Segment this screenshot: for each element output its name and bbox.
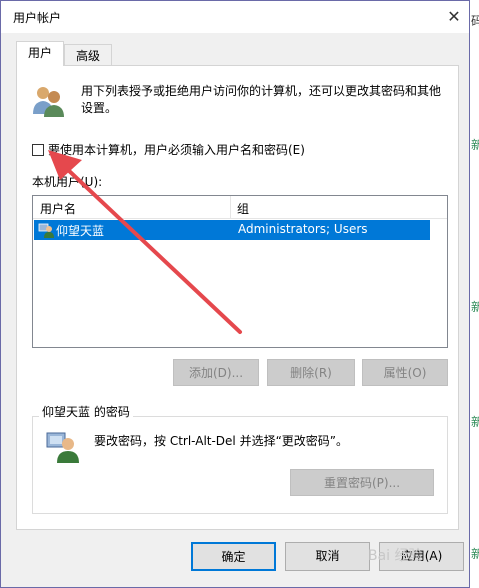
remove-user-button[interactable]: 删除(R)	[267, 359, 355, 386]
require-login-label[interactable]: 要使用本计算机，用户必须输入用户名和密码(E)	[48, 141, 305, 158]
background-text: 新	[471, 138, 479, 152]
close-icon[interactable]: ✕	[441, 5, 467, 29]
tab-users-label: 用户	[27, 46, 52, 60]
table-row[interactable]: 仰望天蓝 Administrators; Users	[34, 220, 430, 240]
tab-advanced-label: 高级	[75, 49, 100, 63]
column-username[interactable]: 用户名	[40, 200, 76, 217]
watermark-text: Bai 经验	[368, 548, 423, 564]
tab-advanced[interactable]: 高级	[64, 44, 112, 66]
password-group-title: 仰望天蓝 的密码	[39, 403, 133, 420]
cancel-button[interactable]: 取消	[285, 542, 370, 571]
password-group	[32, 416, 448, 514]
tab-users[interactable]: 用户	[16, 41, 64, 66]
title-bar: 用户帐户 ✕	[1, 1, 469, 33]
background-text: 新	[471, 415, 479, 429]
column-divider[interactable]	[230, 196, 231, 218]
users-icon	[33, 87, 64, 117]
ok-button[interactable]: 确定	[191, 542, 276, 571]
user-password-icon	[46, 432, 79, 463]
background-text: 新	[471, 547, 479, 561]
window-title: 用户帐户	[13, 11, 62, 25]
background-window	[470, 0, 479, 588]
background-text: 码,	[471, 14, 479, 28]
user-name-cell: 仰望天蓝	[56, 224, 105, 238]
local-users-label: 本机用户(U):	[32, 175, 103, 189]
list-header: 用户名 组	[33, 196, 447, 219]
reset-password-button[interactable]: 重置密码(P)...	[290, 469, 434, 496]
description-text: 用下列表授予或拒绝用户访问你的计算机，还可以更改其密码和其他设置。	[81, 84, 442, 115]
user-group-cell: Administrators; Users	[238, 222, 368, 236]
require-login-checkbox[interactable]	[32, 144, 44, 156]
user-icon	[38, 223, 54, 238]
column-group[interactable]: 组	[237, 200, 249, 217]
user-accounts-dialog: 用户帐户 ✕ 用户 高级 用下列表授予或拒绝用户访问你的计算机，还可以更改其密码…	[0, 0, 470, 588]
users-list[interactable]: 用户名 组 仰望天蓝 Administrators; Users	[32, 195, 448, 348]
background-text: 新	[471, 300, 479, 314]
password-instruction: 要改密码，按 Ctrl-Alt-Del 并选择“更改密码”。	[94, 434, 349, 448]
add-user-button[interactable]: 添加(D)...	[173, 359, 259, 386]
properties-button[interactable]: 属性(O)	[362, 359, 448, 386]
